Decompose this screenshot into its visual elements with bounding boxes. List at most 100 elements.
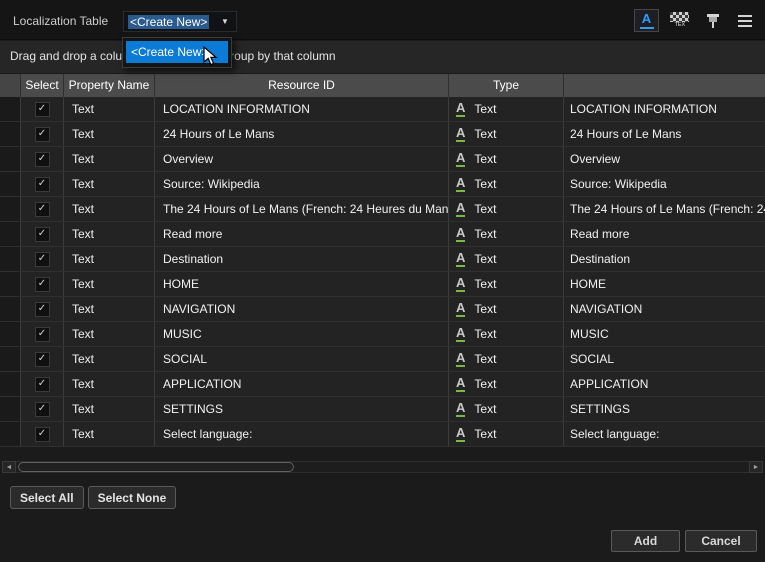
property-name-cell[interactable]: Text: [64, 172, 155, 196]
value-cell[interactable]: LOCATION INFORMATION: [564, 97, 765, 121]
add-button[interactable]: Add: [611, 530, 680, 552]
row-checkbox[interactable]: ✓: [35, 377, 50, 392]
resource-id-cell[interactable]: SOCIAL: [155, 347, 449, 371]
property-name-cell[interactable]: Text: [64, 147, 155, 171]
row-checkbox[interactable]: ✓: [35, 402, 50, 417]
table-row[interactable]: ✓ Text Select language: A Text Select la…: [0, 422, 765, 447]
resource-id-cell[interactable]: SETTINGS: [155, 397, 449, 421]
column-header-resource-id[interactable]: Resource ID: [155, 74, 449, 97]
table-row[interactable]: ✓ Text Read more A Text Read more: [0, 222, 765, 247]
property-name-cell[interactable]: Text: [64, 372, 155, 396]
resource-id-cell[interactable]: Overview: [155, 147, 449, 171]
property-name-cell[interactable]: Text: [64, 122, 155, 146]
type-cell[interactable]: A Text: [449, 147, 564, 171]
table-row[interactable]: ✓ Text MUSIC A Text MUSIC: [0, 322, 765, 347]
table-row[interactable]: ✓ Text 24 Hours of Le Mans A Text 24 Hou…: [0, 122, 765, 147]
row-indicator-cell[interactable]: [0, 397, 21, 421]
property-name-cell[interactable]: Text: [64, 322, 155, 346]
value-cell[interactable]: SOCIAL: [564, 347, 765, 371]
type-cell[interactable]: A Text: [449, 197, 564, 221]
table-row[interactable]: ✓ Text LOCATION INFORMATION A Text LOCAT…: [0, 97, 765, 122]
table-row[interactable]: ✓ Text NAVIGATION A Text NAVIGATION: [0, 297, 765, 322]
property-name-cell[interactable]: Text: [64, 347, 155, 371]
table-row[interactable]: ✓ Text The 24 Hours of Le Mans (French: …: [0, 197, 765, 222]
value-cell[interactable]: Read more: [564, 222, 765, 246]
row-indicator-cell[interactable]: [0, 272, 21, 296]
type-cell[interactable]: A Text: [449, 397, 564, 421]
resource-id-cell[interactable]: MUSIC: [155, 322, 449, 346]
type-cell[interactable]: A Text: [449, 422, 564, 446]
chevron-down-icon[interactable]: ▼: [214, 17, 236, 26]
type-cell[interactable]: A Text: [449, 97, 564, 121]
filter-button[interactable]: [706, 11, 720, 31]
table-row[interactable]: ✓ Text HOME A Text HOME: [0, 272, 765, 297]
row-checkbox[interactable]: ✓: [35, 102, 50, 117]
column-header-property-name[interactable]: Property Name: [64, 74, 155, 97]
column-header-type[interactable]: Type: [449, 74, 564, 97]
value-cell[interactable]: Overview: [564, 147, 765, 171]
row-checkbox[interactable]: ✓: [35, 327, 50, 342]
property-name-cell[interactable]: Text: [64, 222, 155, 246]
table-row[interactable]: ✓ Text SETTINGS A Text SETTINGS: [0, 397, 765, 422]
resource-id-cell[interactable]: Select language:: [155, 422, 449, 446]
property-name-cell[interactable]: Text: [64, 272, 155, 296]
type-cell[interactable]: A Text: [449, 247, 564, 271]
type-cell[interactable]: A Text: [449, 322, 564, 346]
scrollbar-track[interactable]: [16, 461, 749, 473]
resource-id-cell[interactable]: 24 Hours of Le Mans: [155, 122, 449, 146]
menu-button[interactable]: [738, 13, 753, 29]
select-none-button[interactable]: Select None: [88, 486, 177, 509]
row-checkbox[interactable]: ✓: [35, 177, 50, 192]
scrollbar-thumb[interactable]: [18, 462, 294, 472]
localization-table-combobox[interactable]: <Create New> ▼: [123, 11, 237, 32]
property-name-cell[interactable]: Text: [64, 97, 155, 121]
group-by-bar[interactable]: Drag and drop a column header here to gr…: [0, 41, 765, 73]
row-indicator-cell[interactable]: [0, 97, 21, 121]
column-header-value[interactable]: [564, 74, 765, 97]
type-cell[interactable]: A Text: [449, 372, 564, 396]
row-indicator-cell[interactable]: [0, 222, 21, 246]
table-row[interactable]: ✓ Text SOCIAL A Text SOCIAL: [0, 347, 765, 372]
row-checkbox[interactable]: ✓: [35, 302, 50, 317]
value-cell[interactable]: Destination: [564, 247, 765, 271]
property-name-cell[interactable]: Text: [64, 422, 155, 446]
type-cell[interactable]: A Text: [449, 172, 564, 196]
row-checkbox[interactable]: ✓: [35, 227, 50, 242]
value-cell[interactable]: Source: Wikipedia: [564, 172, 765, 196]
scroll-left-button[interactable]: ◄: [2, 461, 16, 473]
row-indicator-cell[interactable]: [0, 122, 21, 146]
value-cell[interactable]: APPLICATION: [564, 372, 765, 396]
row-indicator-cell[interactable]: [0, 172, 21, 196]
type-cell[interactable]: A Text: [449, 122, 564, 146]
resource-id-cell[interactable]: LOCATION INFORMATION: [155, 97, 449, 121]
property-name-cell[interactable]: Text: [64, 247, 155, 271]
property-name-cell[interactable]: Text: [64, 397, 155, 421]
resource-id-cell[interactable]: Read more: [155, 222, 449, 246]
table-row[interactable]: ✓ Text Destination A Text Destination: [0, 247, 765, 272]
type-cell[interactable]: A Text: [449, 347, 564, 371]
select-all-button[interactable]: Select All: [10, 486, 84, 509]
value-cell[interactable]: 24 Hours of Le Mans: [564, 122, 765, 146]
row-indicator-cell[interactable]: [0, 297, 21, 321]
row-checkbox[interactable]: ✓: [35, 152, 50, 167]
resource-id-cell[interactable]: NAVIGATION: [155, 297, 449, 321]
row-checkbox[interactable]: ✓: [35, 127, 50, 142]
type-cell[interactable]: A Text: [449, 272, 564, 296]
property-name-cell[interactable]: Text: [64, 197, 155, 221]
type-cell[interactable]: A Text: [449, 297, 564, 321]
row-indicator-cell[interactable]: [0, 422, 21, 446]
row-indicator-cell[interactable]: [0, 147, 21, 171]
value-cell[interactable]: HOME: [564, 272, 765, 296]
row-checkbox[interactable]: ✓: [35, 202, 50, 217]
table-row[interactable]: ✓ Text Overview A Text Overview: [0, 147, 765, 172]
type-cell[interactable]: A Text: [449, 222, 564, 246]
row-indicator-cell[interactable]: [0, 197, 21, 221]
table-row[interactable]: ✓ Text Source: Wikipedia A Text Source: …: [0, 172, 765, 197]
row-indicator-cell[interactable]: [0, 247, 21, 271]
resource-id-cell[interactable]: APPLICATION: [155, 372, 449, 396]
value-cell[interactable]: The 24 Hours of Le Mans (French: 24 Heur…: [564, 197, 765, 221]
value-cell[interactable]: NAVIGATION: [564, 297, 765, 321]
scroll-right-button[interactable]: ►: [749, 461, 763, 473]
resource-id-cell[interactable]: The 24 Hours of Le Mans (French: 24 Heur…: [155, 197, 449, 221]
value-cell[interactable]: MUSIC: [564, 322, 765, 346]
